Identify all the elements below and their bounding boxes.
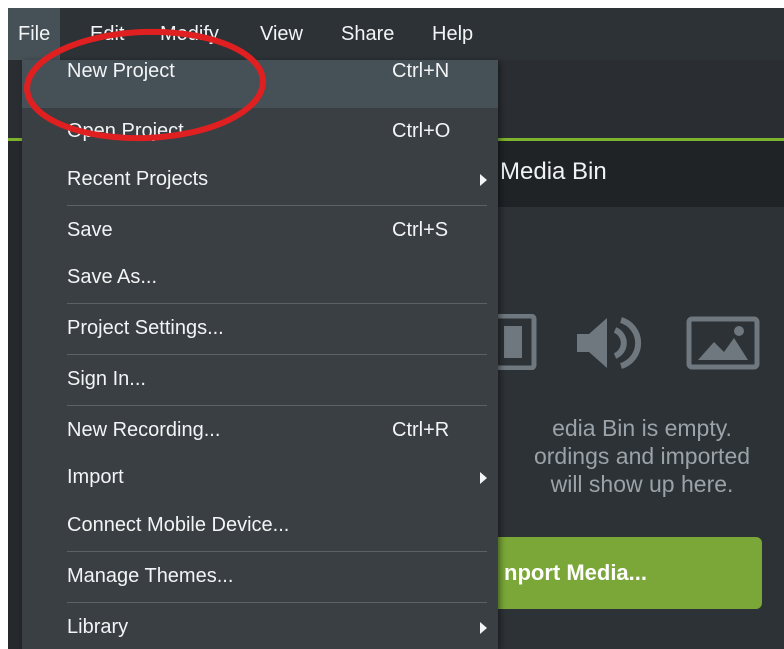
empty-message-line: will show up here. (550, 471, 734, 497)
menu-item-label: New Project (67, 60, 175, 82)
menu-separator (67, 602, 487, 603)
menu-item-label: Import (67, 466, 124, 488)
shortcut-label: Ctrl+O (392, 120, 451, 142)
menu-item-new-project[interactable]: New Project Ctrl+N (22, 60, 498, 108)
menu-item-label: Save As... (67, 266, 158, 288)
shortcut-label: Ctrl+R (392, 419, 450, 441)
menubar: File Edit Modify View Share Help (8, 8, 784, 60)
menu-separator (67, 551, 487, 552)
camtasia-window: Media Bin edia Bin is empty. ordings and… (0, 0, 784, 649)
menu-item-label: New Recording... (67, 419, 221, 441)
menu-separator (67, 303, 487, 304)
menu-modify[interactable]: Modify (150, 8, 229, 60)
shortcut-label: Ctrl+S (392, 219, 449, 241)
menu-edit[interactable]: Edit (80, 8, 134, 60)
file-menu-dropdown: New Project Ctrl+N Open Project Ctrl+O R… (22, 60, 498, 649)
media-bin-empty-message: edia Bin is empty. ordings and imported … (477, 414, 784, 498)
media-bin-title: Media Bin (500, 158, 607, 185)
import-media-button[interactable]: nport Media... (468, 537, 762, 609)
menu-separator (67, 205, 487, 206)
menu-item-label: Recent Projects (67, 168, 209, 190)
menu-item-label: Sign In... (67, 368, 146, 390)
empty-message-line: ordings and imported (533, 443, 751, 469)
shortcut-label: Ctrl+N (392, 60, 450, 82)
menu-item-label: Open Project (67, 120, 184, 142)
menu-help[interactable]: Help (422, 8, 483, 60)
menu-separator (67, 405, 487, 406)
menu-item-label: Manage Themes... (67, 565, 234, 587)
menu-file[interactable]: File (8, 8, 61, 60)
menu-item-label: Project Settings... (67, 317, 224, 339)
menu-item-label: Save (67, 219, 113, 241)
menu-view[interactable]: View (250, 8, 313, 60)
submenu-arrow-icon (480, 472, 487, 484)
submenu-arrow-icon (480, 174, 487, 186)
menu-separator (67, 354, 487, 355)
menu-share[interactable]: Share (331, 8, 404, 60)
speaker-icon (577, 317, 642, 369)
menu-item-label: Connect Mobile Device... (67, 514, 290, 536)
image-icon (686, 316, 760, 370)
submenu-arrow-icon (480, 622, 487, 634)
empty-message-line: edia Bin is empty. (552, 415, 732, 441)
menu-item-label: Library (67, 616, 129, 638)
